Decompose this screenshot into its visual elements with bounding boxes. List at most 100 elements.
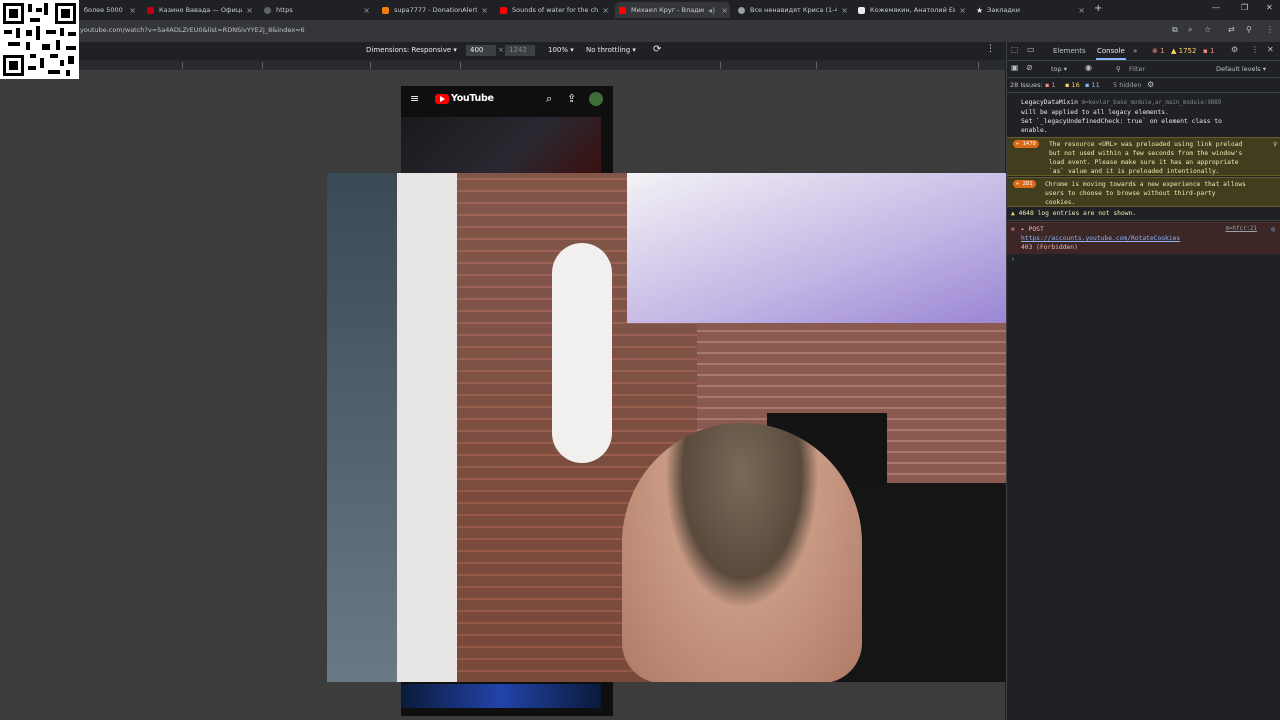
prompt-chevron-icon: › [1011,256,1015,263]
browser-tab[interactable]: более 5000 и × [80,2,138,18]
browser-tab-strip: более 5000 и × Казино Вавада — Официальн… [0,0,1280,20]
tab-title: Sounds of water for the child t [512,6,599,14]
width-input[interactable]: 400 [466,45,496,56]
close-icon[interactable]: × [841,6,848,15]
hamburger-menu-icon[interactable]: ≡ [410,92,419,105]
console-prompt[interactable]: › [1007,255,1280,264]
new-tab-button[interactable]: + [1094,3,1102,14]
message-text: Set `_legacyUndefinedCheck: true` on ele… [1021,118,1222,125]
url-field[interactable]: youtube.com/watch?v=5a4ADLZrEU0&list=RDN… [80,26,305,34]
avatar[interactable] [589,92,603,106]
message-source[interactable]: m=hfcr:21 [1226,225,1257,234]
inspect-icon[interactable]: ⬚ [1011,45,1019,54]
dimensions-dropdown[interactable]: Dimensions: Responsive ▾ [366,46,457,54]
message-source[interactable]: m=kevlar_base_module,ar_main_module:9889 [1082,100,1222,106]
youtube-favicon-icon [619,6,626,14]
open-external-icon[interactable]: ⧉ [1172,25,1178,35]
minimize-icon[interactable]: — [1212,3,1220,12]
tab-console[interactable]: Console [1097,47,1125,55]
more-options-icon[interactable]: ⋮ [986,44,995,54]
video-thumbnail[interactable] [401,684,601,708]
upload-icon[interactable]: ⇪ [567,92,576,105]
issues-info-value: 11 [1091,81,1100,89]
device-toggle-icon[interactable]: ▭ [1027,45,1035,54]
devtools-panel: ⬚ ▭ Elements Console » ⊗ 1 ▲ 1752 ▪ 1 ⚙ … [1006,42,1280,720]
tab-title: Казино Вавада — Официальн [159,6,242,14]
issues-label[interactable]: 28 Issues: [1010,81,1043,89]
console-message[interactable]: LegacyDataMixin m=kevlar_base_module,ar_… [1007,98,1280,135]
close-icon[interactable]: × [129,6,136,15]
browser-tab[interactable]: Кожемякин, Анатолий Евгень × [854,2,968,18]
network-icon[interactable]: ◎ [1271,225,1275,234]
throttling-dropdown[interactable]: No throttling ▾ [586,46,636,54]
sidebar-icon[interactable]: ▣ [1011,63,1019,72]
browser-tab[interactable]: Все ненавидят Криса (1-4 сезо × [734,2,850,18]
clear-console-icon[interactable]: ⊘ [1026,63,1033,72]
menu-dots-icon[interactable]: ⋮ [1251,45,1259,54]
globe-icon [264,6,271,14]
video-thumbnail[interactable] [401,117,601,173]
browser-tab[interactable]: ★ Закладки × [972,2,1087,18]
context-dropdown[interactable]: top ▾ [1051,65,1067,73]
browser-tab[interactable]: Казино Вавада — Официальн × [143,2,255,18]
close-icon[interactable]: × [721,6,728,15]
qr-code-overlay [0,0,79,79]
browser-tab[interactable]: supa7777 - DonationAlerts × [378,2,490,18]
message-text: 403 (Forbidden) [1021,244,1078,251]
extensions-icon[interactable]: ⇄ [1228,25,1235,34]
person-head [622,423,862,682]
bookmark-star-icon[interactable]: ☆ [1204,25,1211,34]
close-icon[interactable]: × [481,6,488,15]
youtube-brand[interactable]: YouTube [451,93,494,104]
console-error[interactable]: ⊗ ▸ POST m=hfcr:21 ◎ https://accounts.yo… [1007,222,1280,254]
settings-icon[interactable]: ⚙ [1231,45,1238,54]
close-window-icon[interactable]: ✕ [1266,3,1273,12]
tab-elements[interactable]: Elements [1053,47,1086,55]
console-warning[interactable]: ▸ 281 Chrome is moving towards a new exp… [1007,177,1280,207]
console-warning[interactable]: ▸ 1470 ♀ The resource <URL> was preloade… [1007,137,1280,176]
issues-warning[interactable]: ▪ 16 [1065,81,1080,89]
close-icon[interactable]: ✕ [1267,45,1274,54]
height-input[interactable]: 1242 [505,45,535,56]
youtube-favicon-icon [500,6,507,14]
info-count[interactable]: ▪ 1 [1203,47,1214,55]
warning-count[interactable]: ▲ 1752 [1171,47,1196,55]
error-count[interactable]: ⊗ 1 [1152,47,1165,55]
lightbulb-icon[interactable]: ♀ [1273,140,1277,149]
tab-title: Кожемякин, Анатолий Евгень [870,6,956,14]
browser-tab[interactable]: https × [260,2,372,18]
close-icon[interactable]: × [1078,6,1085,15]
close-icon[interactable]: × [602,6,609,15]
expand-arrow-icon[interactable]: ▸ [1021,226,1025,233]
filter-input[interactable]: Filter [1129,65,1145,73]
favicon-icon [382,6,389,14]
issues-error[interactable]: ▪ 1 [1045,81,1056,89]
browser-tab-active[interactable]: Михаил Круг - Владимирс ◂) × [615,2,730,18]
issues-info[interactable]: ▪ 11 [1085,81,1100,89]
error-url-link[interactable]: https://accounts.youtube.com/RotateCooki… [1021,234,1279,243]
hidden-label: 5 hidden [1113,81,1142,89]
menu-dots-icon[interactable]: ⋮ [1266,25,1274,34]
close-icon[interactable]: × [246,6,253,15]
profile-icon[interactable]: ⚲ [1246,25,1252,34]
close-icon[interactable]: × [363,6,370,15]
zoom-dropdown[interactable]: 100% ▾ [548,46,574,54]
webcam-overlay [327,173,1006,682]
zoom-icon[interactable]: ⌕ [1188,25,1192,35]
eye-icon[interactable]: ◉ [1085,63,1092,72]
message-text: `as` value and it is preloaded intention… [1049,168,1220,175]
search-icon[interactable]: ⌕ [546,92,552,106]
settings-icon[interactable]: ⚙ [1147,80,1154,89]
rotate-icon[interactable]: ⟳ [653,44,661,55]
close-icon[interactable]: × [959,6,966,15]
youtube-logo-icon[interactable] [435,94,449,104]
message-text: cookies. [1045,199,1076,206]
levels-dropdown[interactable]: Default levels ▾ [1216,65,1266,73]
times-icon: × [498,46,504,54]
wikipedia-icon [858,6,865,14]
more-tabs-icon[interactable]: » [1133,47,1137,55]
star-icon: ★ [976,5,984,15]
speaker-icon[interactable]: ◂) [708,6,715,15]
browser-tab[interactable]: Sounds of water for the child t × [496,2,611,18]
maximize-icon[interactable]: ❐ [1241,3,1248,12]
